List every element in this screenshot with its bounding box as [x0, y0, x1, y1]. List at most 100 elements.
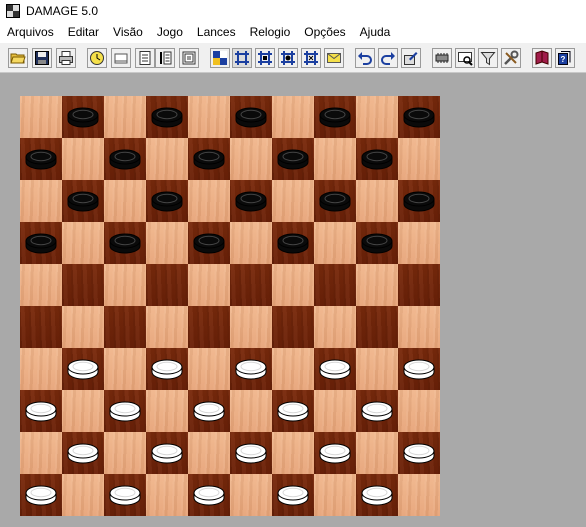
dark-square[interactable] [20, 306, 62, 348]
undo-button[interactable] [355, 48, 375, 68]
blank-button[interactable] [111, 48, 131, 68]
dark-square[interactable] [20, 138, 62, 180]
light-square[interactable] [188, 348, 230, 390]
light-square[interactable] [230, 306, 272, 348]
light-square[interactable] [62, 474, 104, 516]
dark-square[interactable] [230, 96, 272, 138]
menu-arquivos[interactable]: Arquivos [0, 22, 61, 43]
dark-square[interactable] [62, 432, 104, 474]
dark-square[interactable] [62, 180, 104, 222]
light-square[interactable] [272, 348, 314, 390]
light-square[interactable] [314, 474, 356, 516]
white-piece[interactable] [151, 357, 183, 383]
dark-square[interactable] [146, 264, 188, 306]
dark-square[interactable] [272, 390, 314, 432]
white-piece[interactable] [67, 357, 99, 383]
dark-square[interactable] [398, 96, 440, 138]
engine-button[interactable] [432, 48, 452, 68]
white-piece[interactable] [277, 483, 309, 509]
dark-square[interactable] [146, 348, 188, 390]
light-square[interactable] [20, 264, 62, 306]
light-square[interactable] [188, 264, 230, 306]
save-button[interactable] [32, 48, 52, 68]
dark-square[interactable] [188, 222, 230, 264]
white-piece[interactable] [319, 441, 351, 467]
light-square[interactable] [62, 222, 104, 264]
black-piece[interactable] [109, 147, 141, 173]
print-button[interactable] [56, 48, 76, 68]
light-square[interactable] [62, 138, 104, 180]
white-piece[interactable] [403, 441, 435, 467]
menu-visao[interactable]: Visão [106, 22, 150, 43]
light-square[interactable] [188, 432, 230, 474]
dark-square[interactable] [272, 306, 314, 348]
light-square[interactable] [104, 348, 146, 390]
black-piece[interactable] [193, 147, 225, 173]
dark-square[interactable] [230, 432, 272, 474]
setup-button[interactable] [401, 48, 421, 68]
dark-square[interactable] [104, 306, 146, 348]
light-square[interactable] [104, 264, 146, 306]
white-piece[interactable] [235, 357, 267, 383]
notes-button[interactable] [135, 48, 155, 68]
light-square[interactable] [146, 138, 188, 180]
black-piece[interactable] [25, 231, 57, 257]
dark-square[interactable] [20, 390, 62, 432]
white-piece[interactable] [25, 399, 57, 425]
light-square[interactable] [104, 180, 146, 222]
dark-square[interactable] [230, 180, 272, 222]
dark-square[interactable] [62, 264, 104, 306]
light-square[interactable] [230, 222, 272, 264]
white-piece[interactable] [193, 399, 225, 425]
dark-square[interactable] [188, 474, 230, 516]
dark-square[interactable] [146, 432, 188, 474]
light-square[interactable] [104, 96, 146, 138]
white-piece[interactable] [151, 441, 183, 467]
menu-relogio[interactable]: Relogio [243, 22, 298, 43]
light-square[interactable] [356, 432, 398, 474]
light-square[interactable] [272, 432, 314, 474]
light-square[interactable] [188, 96, 230, 138]
white-piece[interactable] [277, 399, 309, 425]
dark-square[interactable] [272, 222, 314, 264]
dark-square[interactable] [104, 474, 146, 516]
dark-square[interactable] [20, 222, 62, 264]
white-piece[interactable] [235, 441, 267, 467]
menu-opcoes[interactable]: Opções [297, 22, 352, 43]
light-square[interactable] [230, 138, 272, 180]
grid-mode-2-button[interactable] [255, 48, 275, 68]
black-piece[interactable] [403, 189, 435, 215]
board-setup-button[interactable] [210, 48, 230, 68]
menu-lances[interactable]: Lances [190, 22, 243, 43]
dark-square[interactable] [356, 222, 398, 264]
open-button[interactable] [8, 48, 28, 68]
dark-square[interactable] [356, 390, 398, 432]
light-square[interactable] [314, 390, 356, 432]
dark-square[interactable] [398, 180, 440, 222]
dark-square[interactable] [146, 96, 188, 138]
dark-square[interactable] [314, 180, 356, 222]
dark-square[interactable] [314, 432, 356, 474]
dark-square[interactable] [272, 474, 314, 516]
white-piece[interactable] [403, 357, 435, 383]
black-piece[interactable] [361, 147, 393, 173]
dark-square[interactable] [188, 306, 230, 348]
light-square[interactable] [356, 264, 398, 306]
grid-mode-4-button[interactable] [301, 48, 321, 68]
dark-square[interactable] [314, 96, 356, 138]
dark-square[interactable] [104, 138, 146, 180]
dark-square[interactable] [188, 390, 230, 432]
dark-square[interactable] [104, 222, 146, 264]
light-square[interactable] [20, 180, 62, 222]
white-piece[interactable] [319, 357, 351, 383]
black-piece[interactable] [361, 231, 393, 257]
help-button[interactable]: ? [555, 48, 575, 68]
message-button[interactable] [324, 48, 344, 68]
book-button[interactable] [532, 48, 552, 68]
light-square[interactable] [398, 474, 440, 516]
light-square[interactable] [398, 222, 440, 264]
black-piece[interactable] [151, 189, 183, 215]
light-square[interactable] [398, 138, 440, 180]
filter-button[interactable] [478, 48, 498, 68]
light-square[interactable] [314, 138, 356, 180]
